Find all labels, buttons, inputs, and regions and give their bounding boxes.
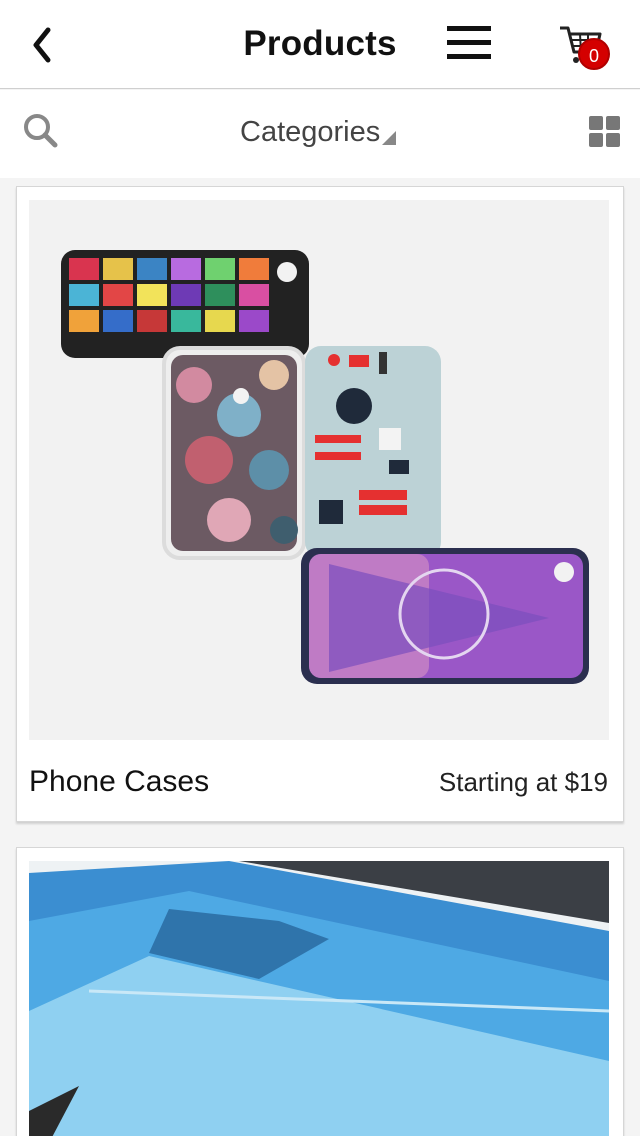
- page-title: Products: [243, 24, 397, 63]
- search-icon[interactable]: [22, 112, 60, 150]
- cart-count-badge: 0: [578, 38, 610, 70]
- product-name[interactable]: Phone Cases: [29, 765, 209, 799]
- product-card[interactable]: [16, 847, 624, 1136]
- product-price: Starting at $19: [438, 767, 608, 797]
- canvas-print-image[interactable]: [29, 861, 609, 1136]
- app-header: Products 0: [0, 0, 640, 89]
- grid-view-icon[interactable]: [589, 116, 621, 148]
- filter-toolbar: Categories: [0, 90, 640, 178]
- phone-cases-image[interactable]: [29, 200, 609, 740]
- dropdown-arrow-icon: [382, 131, 397, 145]
- categories-label: Categories: [240, 116, 381, 148]
- product-card[interactable]: Phone Cases Starting at $19: [16, 186, 624, 822]
- hamburger-menu-icon[interactable]: [447, 26, 495, 64]
- categories-dropdown[interactable]: Categories: [240, 116, 397, 149]
